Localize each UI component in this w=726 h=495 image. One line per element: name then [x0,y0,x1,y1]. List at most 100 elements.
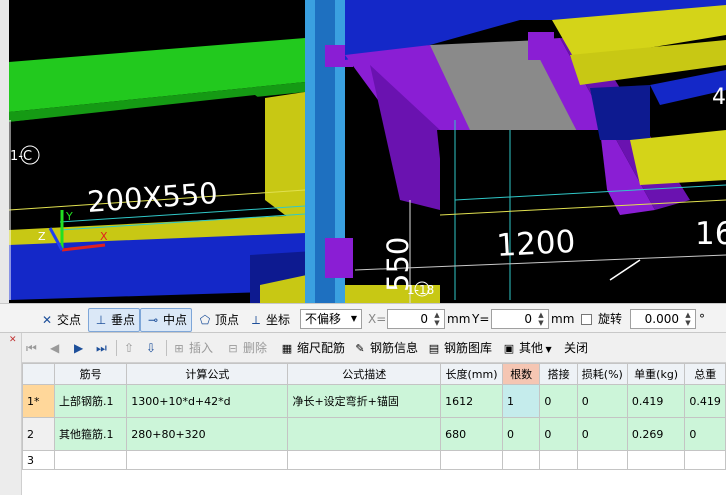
prev-record-icon[interactable]: ◀ [50,337,59,359]
offset-select[interactable]: 不偏移 ▼ [300,309,362,329]
cell-formula-description[interactable] [287,450,442,470]
cell-length[interactable]: 1612 [440,384,503,418]
dimension-4-label: 4 [712,85,726,110]
cell-loss[interactable]: 0 [576,417,628,451]
row-number[interactable]: 2 [22,417,56,451]
close-icon[interactable]: ✕ [9,335,17,345]
table-row[interactable]: 1* 上部钢筋.1 1300+10*d+42*d 净长+设定弯折+锚固 1612… [22,384,726,418]
perpendicular-icon: ⊥ [95,313,107,327]
other-label: 其他 [519,341,544,355]
column-header-rebar-number[interactable]: 筋号 [54,363,128,385]
column-header-formula-description[interactable]: 公式描述 [287,363,442,385]
cell-unit-weight[interactable]: 0.419 [626,384,686,418]
column-header-unit-weight[interactable]: 单重(kg) [626,363,686,385]
x-label: X= [368,312,387,326]
cell-rebar-number[interactable] [54,450,128,470]
cell-unit-weight[interactable] [626,450,686,470]
library-icon: ▤ [428,342,440,355]
snap-vertex-label: 顶点 [215,313,240,327]
cell-unit-weight[interactable]: 0.269 [626,417,686,451]
cell-lap[interactable] [539,450,578,470]
separator [166,340,167,356]
spinner-icon[interactable]: ▲ ▼ [682,311,694,327]
delete-button[interactable]: ⊟ 删除 [226,337,267,359]
snap-intersection-button[interactable]: ✕ 交点 [34,308,86,332]
axis-x-label: X [100,230,108,243]
move-up-icon[interactable]: ⇧ [124,337,134,359]
model-scene: 200X550 1200 16 550 4 1-C 1-18 Y X Z [0,0,726,303]
delete-icon: ⊟ [228,342,238,355]
rotate-angle-value: 0.000 [644,312,679,326]
table-header-row: 筋号 计算公式 公式描述 长度(mm) 根数 搭接 损耗(%) 单重(kg) 总… [22,363,726,385]
grid-1c-label: 1-C [10,149,32,164]
cell-total-weight[interactable]: 0.419 [684,384,726,418]
snap-midpoint-label: 中点 [163,313,188,327]
snap-midpoint-button[interactable]: ⊸ 中点 [140,308,193,332]
insert-label: 插入 [189,341,214,355]
last-record-icon[interactable]: ⏭ [96,337,107,359]
y-unit: mm [551,312,575,326]
column-header-length[interactable]: 长度(mm) [440,363,503,385]
x-offset-input[interactable]: 0 ▲ ▼ [387,309,445,329]
spinner-icon[interactable]: ▲ ▼ [535,311,547,327]
cell-formula-description[interactable]: 净长+设定弯折+锚固 [287,384,442,418]
cell-count[interactable]: 0 [501,417,541,451]
y-label: Y= [472,312,490,326]
grid-1-18-label: 1-18 [407,283,434,297]
insert-button[interactable]: ⊞ 插入 [172,337,213,359]
cell-total-weight[interactable]: 0 [684,417,726,451]
separator [116,340,117,356]
column-header-total-weight[interactable]: 总重 [684,363,726,385]
snap-vertex-button[interactable]: ⬠ 顶点 [192,308,244,332]
vertex-icon: ⬠ [199,313,211,327]
cell-loss[interactable] [576,450,628,470]
cell-length[interactable]: 680 [440,417,503,451]
cell-formula[interactable] [126,450,289,470]
other-menu-button[interactable]: ▣ 其他 ▼ [502,337,552,359]
rebar-toolbar: ⏮ ◀ ▶ ⏭ ⇧ ⇩ ⊞ 插入 ⊟ 删除 ▦ 缩尺配筋 ✎ 钢筋信息 ▤ 钢筋图库 ▣ 其… [22,333,726,363]
cell-rebar-number[interactable]: 上部钢筋.1 [54,384,128,418]
rebar-info-button[interactable]: ✎ 钢筋信息 [353,337,418,359]
cell-total-weight[interactable] [684,450,726,470]
close-button[interactable]: 关闭 [564,337,588,359]
midpoint-icon: ⊸ [147,313,159,327]
column-header-lap[interactable]: 搭接 [539,363,578,385]
cell-lap[interactable]: 0 [539,417,578,451]
snap-coordinate-button[interactable]: ⟂ 坐标 [243,308,295,332]
column-header-loss[interactable]: 损耗(%) [576,363,628,385]
rotate-angle-input[interactable]: 0.000 ▲ ▼ [630,309,696,329]
intersection-icon: ✕ [41,313,53,327]
scale-rebar-label: 缩尺配筋 [297,341,346,355]
rebar-panel: ✕ ⏮ ◀ ▶ ⏭ ⇧ ⇩ ⊞ 插入 ⊟ 删除 ▦ 缩尺配筋 ✎ 钢筋信息 ▤ 钢筋图库 … [0,333,726,495]
move-down-icon[interactable]: ⇩ [146,337,156,359]
spinner-icon[interactable]: ▲ ▼ [431,311,443,327]
table-row[interactable]: 3 [22,450,726,470]
column-header-formula[interactable]: 计算公式 [126,363,289,385]
column-header-count[interactable]: 根数 [501,363,541,385]
cell-count[interactable]: 1 [501,384,541,418]
cell-lap[interactable]: 0 [539,384,578,418]
chevron-down-icon: ▼ [543,345,552,354]
y-offset-input[interactable]: 0 ▲ ▼ [491,309,549,329]
cell-formula-description[interactable] [287,417,442,451]
first-record-icon[interactable]: ⏮ [26,337,37,359]
snap-coordinate-label: 坐标 [266,313,291,327]
row-number[interactable]: 1* [22,384,56,418]
next-record-icon[interactable]: ▶ [74,337,83,359]
cell-formula[interactable]: 280+80+320 [126,417,289,451]
row-number[interactable]: 3 [22,450,56,470]
rotate-label: 旋转 [598,312,623,326]
cell-count[interactable] [501,450,541,470]
cell-length[interactable] [440,450,503,470]
rebar-library-button[interactable]: ▤ 钢筋图库 [427,337,492,359]
snap-perpendicular-button[interactable]: ⊥ 垂点 [88,308,141,332]
table-row[interactable]: 2 其他箍筋.1 280+80+320 680 0 0 0 0.269 0 [22,417,726,451]
cell-rebar-number[interactable]: 其他箍筋.1 [54,417,128,451]
cell-loss[interactable]: 0 [576,384,628,418]
cell-formula[interactable]: 1300+10*d+42*d [126,384,289,418]
rotate-checkbox[interactable] [581,314,592,325]
ruler-icon: ▦ [281,342,293,355]
3d-viewport[interactable]: 200X550 1200 16 550 4 1-C 1-18 Y X Z [0,0,726,303]
axis-y-label: Y [65,210,73,223]
scale-rebar-button[interactable]: ▦ 缩尺配筋 [280,337,345,359]
